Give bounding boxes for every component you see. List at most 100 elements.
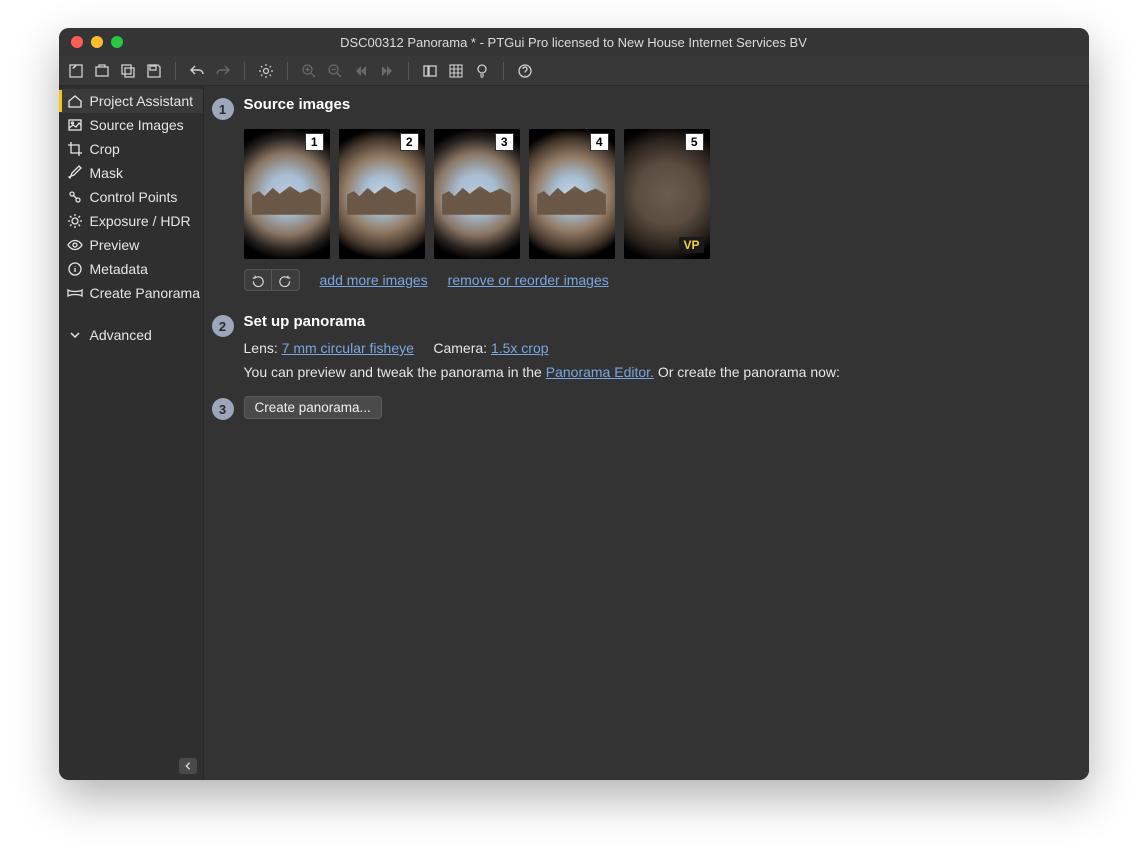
sidebar: Project Assistant Source Images Crop Mas… (59, 86, 204, 780)
lens-link[interactable]: 7 mm circular fisheye (282, 340, 414, 356)
settings-icon[interactable] (255, 60, 277, 82)
thumb-number: 1 (305, 133, 324, 151)
separator (503, 62, 504, 80)
sidebar-item-advanced[interactable]: Advanced (59, 323, 203, 347)
help-icon[interactable] (514, 60, 536, 82)
redo-icon[interactable] (212, 60, 234, 82)
minimize-button[interactable] (91, 36, 103, 48)
camera-label: Camera: (433, 340, 487, 356)
panorama-editor-link[interactable]: Panorama Editor. (546, 364, 654, 380)
sidebar-item-label: Control Points (90, 189, 178, 205)
lens-label: Lens: (244, 340, 278, 356)
window-controls (59, 36, 123, 48)
toolbar (59, 56, 1089, 86)
preview-text-pre: You can preview and tweak the panorama i… (244, 364, 542, 380)
sidebar-item-label: Preview (90, 237, 140, 253)
sidebar-item-label: Exposure / HDR (90, 213, 191, 229)
maximize-button[interactable] (111, 36, 123, 48)
separator (408, 62, 409, 80)
points-icon (67, 189, 83, 205)
info-icon (67, 261, 83, 277)
window-title: DSC00312 Panorama * - PTGui Pro licensed… (59, 35, 1089, 50)
step1-title: Source images (244, 96, 1071, 113)
thumbnails-row: 1 2 3 4 (244, 129, 1071, 259)
separator (244, 62, 245, 80)
step-badge-1: 1 (212, 98, 234, 120)
save-project-icon[interactable] (117, 60, 139, 82)
app-window: DSC00312 Panorama * - PTGui Pro licensed… (59, 28, 1089, 780)
camera-link[interactable]: 1.5x crop (491, 340, 549, 356)
step-badge-2: 2 (212, 315, 234, 337)
add-more-images-link[interactable]: add more images (320, 272, 428, 288)
rotate-ccw-button[interactable] (244, 269, 272, 291)
sidebar-item-project-assistant[interactable]: Project Assistant (59, 89, 203, 113)
source-thumb-4[interactable]: 4 (529, 129, 615, 259)
sidebar-item-label: Source Images (90, 117, 184, 133)
source-thumb-3[interactable]: 3 (434, 129, 520, 259)
thumb-number: 3 (495, 133, 514, 151)
eye-icon (67, 237, 83, 253)
rotate-buttons (244, 269, 300, 291)
thumb-actions: add more images remove or reorder images (244, 269, 1071, 291)
sidebar-item-label: Crop (90, 141, 120, 157)
zoom-in-icon[interactable] (298, 60, 320, 82)
home-icon (67, 93, 83, 109)
preview-line: You can preview and tweak the panorama i… (244, 364, 1071, 380)
lens-camera-line: Lens: 7 mm circular fisheye Camera: 1.5x… (244, 340, 1071, 356)
panorama-icon (67, 285, 83, 301)
separator (175, 62, 176, 80)
sidebar-item-mask[interactable]: Mask (59, 161, 203, 185)
preview-text-post: Or create the panorama now: (658, 364, 840, 380)
zoom-out-icon[interactable] (324, 60, 346, 82)
collapse-sidebar-button[interactable] (179, 758, 197, 774)
step-1: 1 Source images 1 2 (212, 96, 1071, 305)
thumb-number: 5 (685, 133, 704, 151)
sidebar-item-source-images[interactable]: Source Images (59, 113, 203, 137)
prev-icon[interactable] (350, 60, 372, 82)
undo-icon[interactable] (186, 60, 208, 82)
save-icon[interactable] (143, 60, 165, 82)
close-button[interactable] (71, 36, 83, 48)
image-icon (67, 117, 83, 133)
step-2: 2 Set up panorama Lens: 7 mm circular fi… (212, 313, 1071, 388)
chevron-down-icon (67, 327, 83, 343)
sidebar-item-label: Advanced (90, 327, 152, 343)
rotate-ccw-icon (251, 274, 264, 287)
source-thumb-1[interactable]: 1 (244, 129, 330, 259)
separator (287, 62, 288, 80)
titlebar: DSC00312 Panorama * - PTGui Pro licensed… (59, 28, 1089, 56)
sun-icon (67, 213, 83, 229)
source-thumb-2[interactable]: 2 (339, 129, 425, 259)
panorama-editor-icon[interactable] (419, 60, 441, 82)
next-icon[interactable] (376, 60, 398, 82)
new-project-icon[interactable] (65, 60, 87, 82)
sidebar-item-create-panorama[interactable]: Create Panorama (59, 281, 203, 305)
crop-icon (67, 141, 83, 157)
open-icon[interactable] (91, 60, 113, 82)
source-thumb-5[interactable]: 5 VP (624, 129, 710, 259)
rotate-cw-icon (279, 274, 292, 287)
sidebar-item-label: Mask (90, 165, 123, 181)
main-panel: 1 Source images 1 2 (204, 86, 1089, 780)
sidebar-item-crop[interactable]: Crop (59, 137, 203, 161)
body: Project Assistant Source Images Crop Mas… (59, 86, 1089, 780)
thumb-number: 2 (400, 133, 419, 151)
bulb-icon[interactable] (471, 60, 493, 82)
sidebar-item-label: Create Panorama (90, 285, 201, 301)
step-3: 3 Create panorama... (212, 396, 1071, 420)
step2-title: Set up panorama (244, 313, 1071, 330)
sidebar-item-label: Project Assistant (90, 93, 194, 109)
thumb-number: 4 (590, 133, 609, 151)
grid-icon[interactable] (445, 60, 467, 82)
sidebar-item-control-points[interactable]: Control Points (59, 185, 203, 209)
create-panorama-button[interactable]: Create panorama... (244, 396, 382, 419)
rotate-cw-button[interactable] (272, 269, 300, 291)
sidebar-item-preview[interactable]: Preview (59, 233, 203, 257)
sidebar-item-label: Metadata (90, 261, 148, 277)
brush-icon (67, 165, 83, 181)
vp-badge: VP (679, 237, 703, 253)
step-badge-3: 3 (212, 398, 234, 420)
remove-reorder-images-link[interactable]: remove or reorder images (448, 272, 609, 288)
sidebar-item-exposure-hdr[interactable]: Exposure / HDR (59, 209, 203, 233)
sidebar-item-metadata[interactable]: Metadata (59, 257, 203, 281)
